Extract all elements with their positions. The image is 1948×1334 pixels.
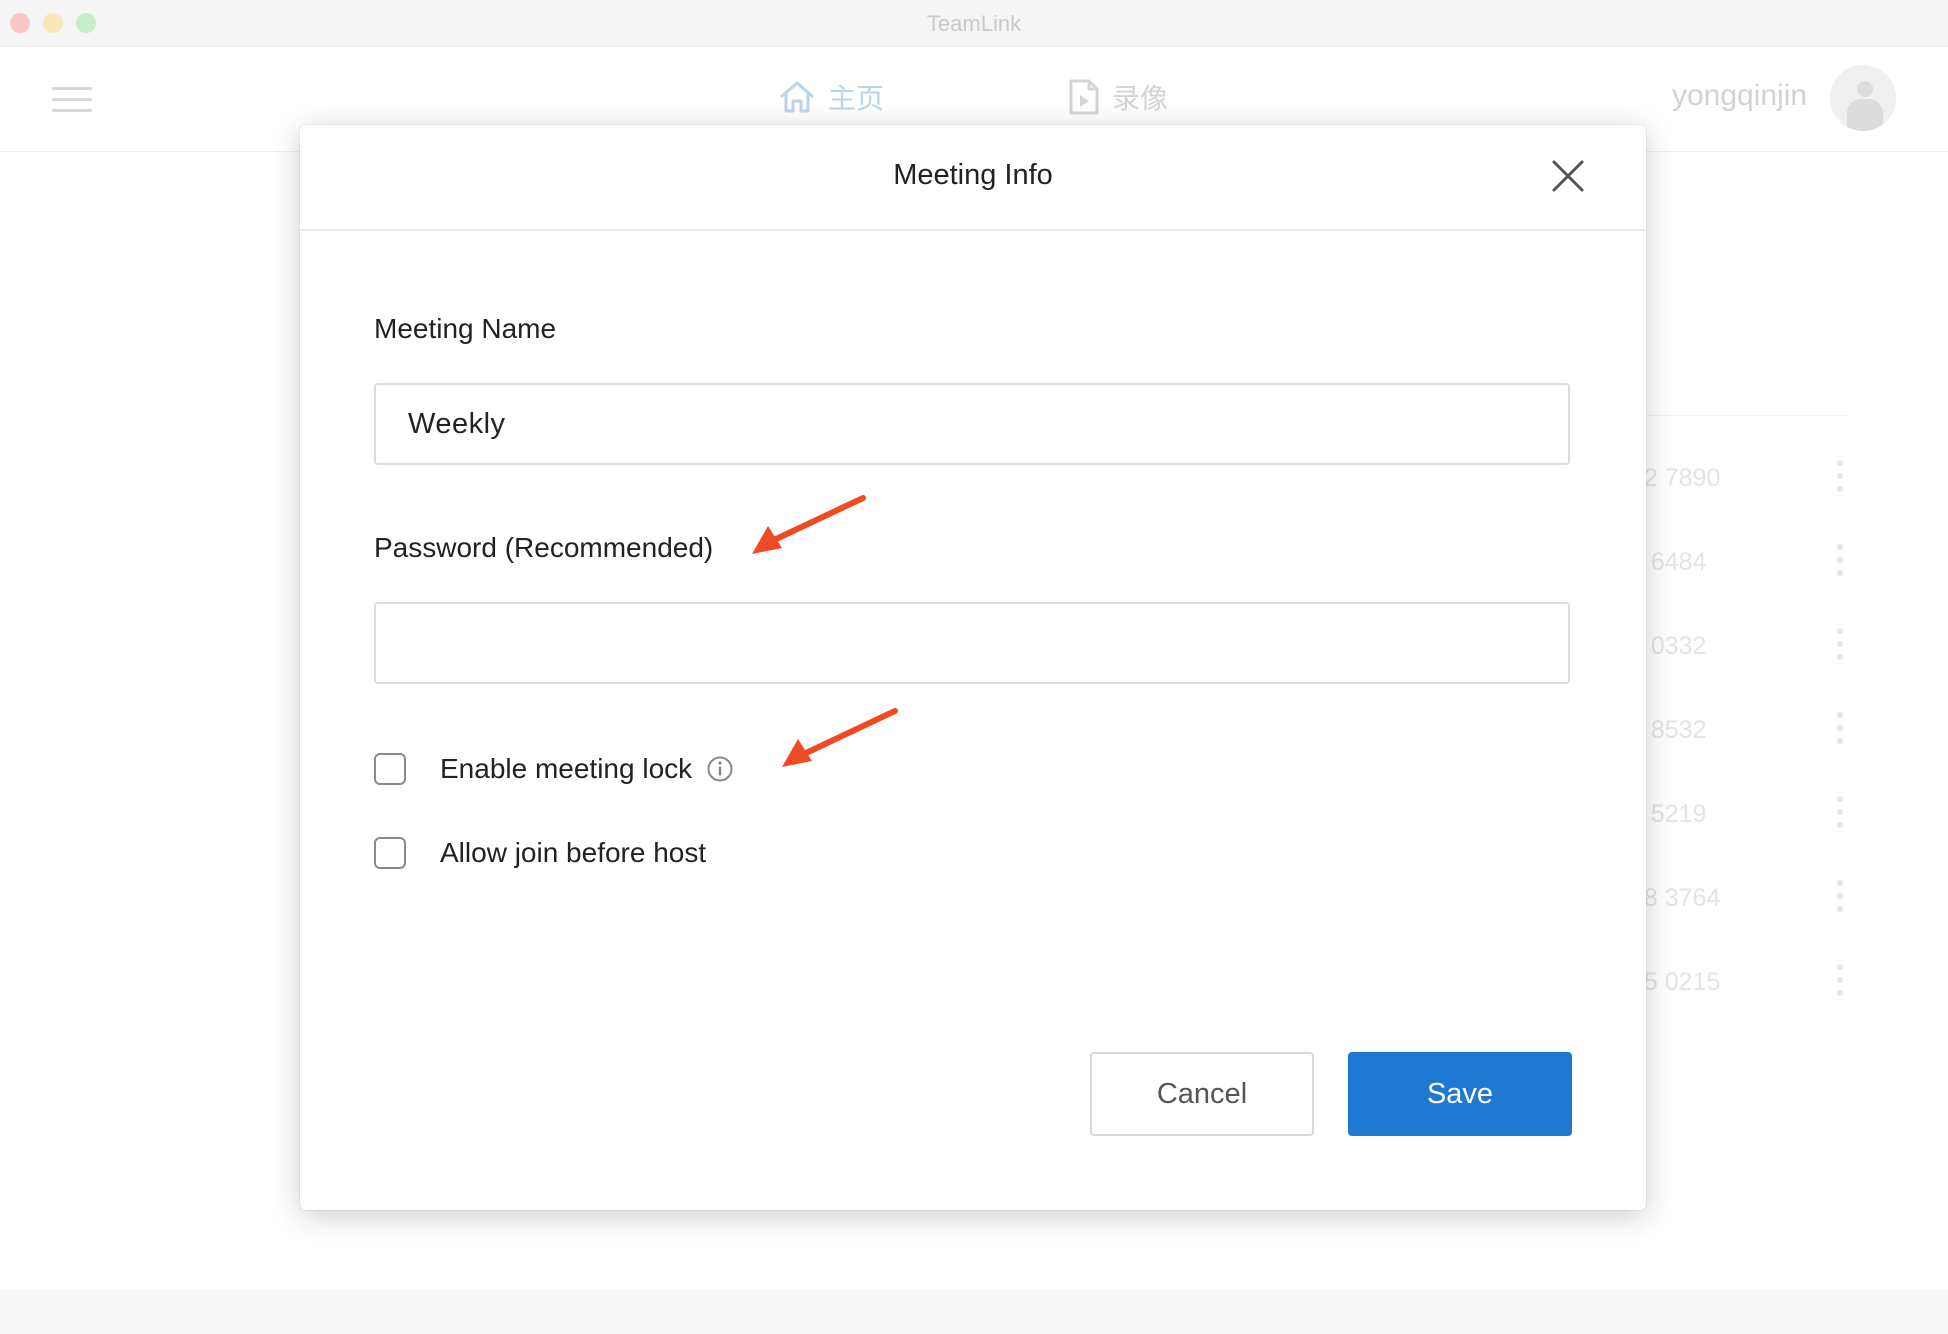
avatar[interactable] — [1830, 65, 1896, 131]
annotation-arrow-icon — [752, 495, 866, 554]
join-before-host-checkbox[interactable] — [374, 837, 406, 869]
more-options-icon[interactable] — [1836, 460, 1844, 492]
more-options-icon[interactable] — [1836, 964, 1844, 996]
username[interactable]: yongqinjin — [1672, 79, 1807, 113]
tab-home[interactable]: 主页 — [778, 77, 884, 117]
meeting-name-input[interactable] — [374, 383, 1570, 465]
close-icon — [1552, 160, 1584, 192]
close-button[interactable] — [1550, 158, 1586, 194]
tab-recordings-label: 录像 — [1112, 83, 1169, 114]
dialog-title: Meeting Info — [893, 159, 1053, 191]
password-input[interactable] — [374, 602, 1570, 684]
footer-shade — [0, 1290, 1948, 1334]
password-label: Password (Recommended) — [374, 532, 714, 563]
meeting-info-dialog: Meeting Info Meeting Name Password (Reco… — [300, 125, 1646, 1210]
meeting-lock-option[interactable]: Enable meeting lock — [374, 753, 734, 785]
save-button[interactable]: Save — [1348, 1052, 1572, 1136]
dialog-header: Meeting Info — [300, 125, 1646, 231]
annotation-arrow-icon — [782, 708, 898, 767]
menu-icon[interactable] — [52, 87, 92, 113]
more-options-icon[interactable] — [1836, 544, 1844, 576]
more-options-icon[interactable] — [1836, 880, 1844, 912]
info-icon[interactable] — [706, 755, 734, 783]
join-before-host-option[interactable]: Allow join before host — [374, 837, 706, 869]
tab-home-label: 主页 — [828, 83, 885, 114]
more-options-icon[interactable] — [1836, 712, 1844, 744]
meeting-name-label: Meeting Name — [374, 313, 557, 344]
window-title: TeamLink — [926, 11, 1022, 36]
home-icon — [780, 81, 814, 113]
cancel-button[interactable]: Cancel — [1090, 1052, 1314, 1136]
video-file-icon — [1069, 79, 1099, 115]
more-options-icon[interactable] — [1836, 796, 1844, 828]
more-options-icon[interactable] — [1836, 628, 1844, 660]
join-before-host-label: Allow join before host — [440, 837, 707, 868]
tab-recordings[interactable]: 录像 — [1068, 77, 1168, 117]
window-titlebar: TeamLink — [0, 0, 1948, 47]
meeting-lock-checkbox[interactable] — [374, 753, 406, 785]
meeting-lock-label: Enable meeting lock — [440, 753, 693, 784]
